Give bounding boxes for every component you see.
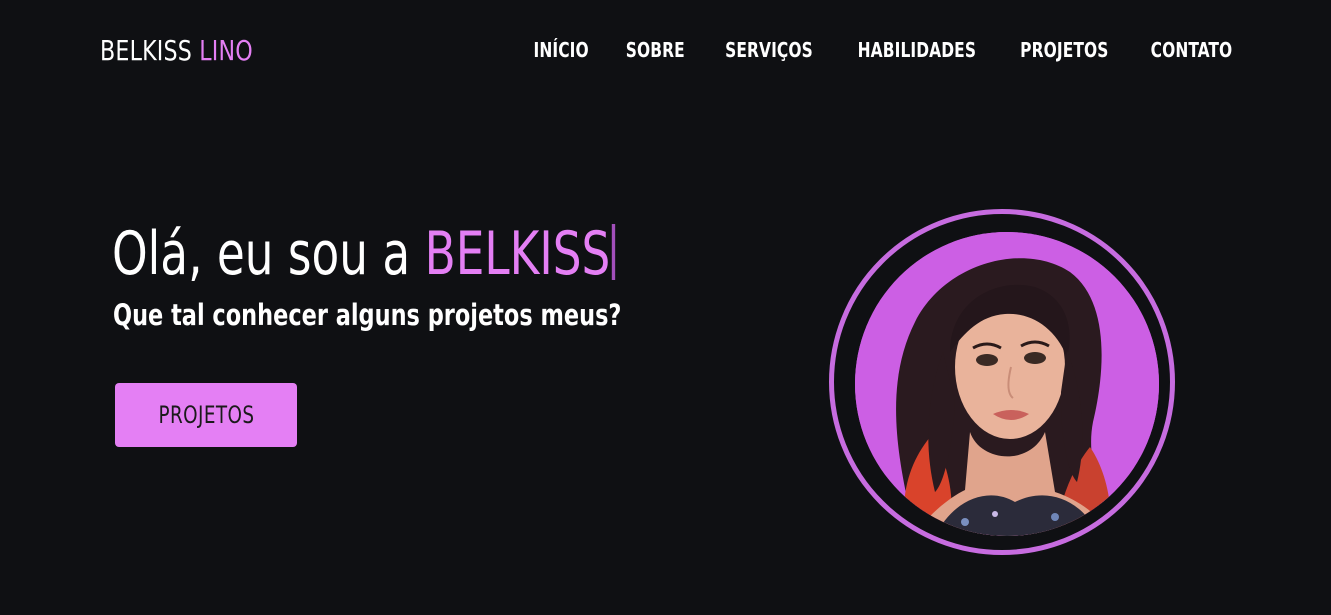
- main-nav: INÍCIO SOBRE SERVIÇOS HABILIDADES PROJET…: [529, 36, 1239, 64]
- hero-name: BELKISS: [424, 219, 611, 289]
- logo-first-name: BELKISS: [100, 34, 193, 67]
- avatar: [855, 232, 1159, 536]
- profile-photo-icon: [855, 232, 1159, 536]
- projects-button[interactable]: PROJETOS: [115, 383, 297, 447]
- nav-item-projetos[interactable]: PROJETOS: [1021, 36, 1109, 64]
- nav-item-habilidades[interactable]: HABILIDADES: [857, 36, 975, 64]
- typing-cursor: [611, 224, 616, 280]
- hero-subtitle: Que tal conhecer alguns projetos meus?: [113, 298, 622, 332]
- logo-last-name: LINO: [199, 34, 253, 67]
- nav-item-inicio[interactable]: INÍCIO: [533, 36, 588, 64]
- hero-title: Olá, eu sou a BELKISS: [112, 214, 616, 294]
- projects-button-label: PROJETOS: [158, 401, 254, 429]
- nav-item-sobre[interactable]: SOBRE: [626, 36, 685, 64]
- page: BELKISS LINO INÍCIO SOBRE SERVIÇOS HABIL…: [0, 0, 1331, 615]
- nav-item-servicos[interactable]: SERVIÇOS: [725, 36, 813, 64]
- hero-greeting: Olá, eu sou a: [112, 219, 425, 289]
- site-logo[interactable]: BELKISS LINO: [100, 32, 253, 70]
- nav-item-contato[interactable]: CONTATO: [1151, 36, 1233, 64]
